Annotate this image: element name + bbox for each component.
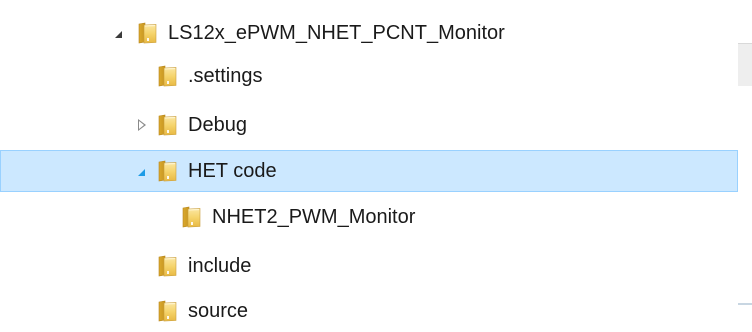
tree-item-het-code[interactable]: HET code (0, 150, 738, 192)
folder-icon (158, 114, 178, 136)
folder-tree: LS12x_ePWM_NHET_PCNT_Monitor .settings D… (0, 0, 752, 328)
tree-item-label: HET code (188, 160, 277, 182)
tree-item-label: LS12x_ePWM_NHET_PCNT_Monitor (168, 22, 505, 44)
folder-icon (182, 206, 202, 228)
expanded-arrow-icon[interactable] (138, 169, 145, 176)
tree-item-label: Debug (188, 114, 247, 136)
folder-icon (138, 22, 158, 44)
tree-item-label: NHET2_PWM_Monitor (212, 206, 416, 228)
adjacent-pane-edge (738, 0, 752, 328)
collapsed-arrow-icon[interactable] (138, 119, 146, 131)
folder-icon (158, 65, 178, 87)
tree-item-ls12x-root[interactable]: LS12x_ePWM_NHET_PCNT_Monitor (0, 12, 738, 54)
folder-icon (158, 300, 178, 322)
adjacent-pane-header (738, 43, 752, 86)
tree-item-debug[interactable]: Debug (0, 104, 738, 146)
tree-item-settings[interactable]: .settings (0, 55, 738, 97)
tree-item-label: .settings (188, 65, 263, 87)
tree-item-source[interactable]: source (0, 290, 738, 332)
expanded-arrow-icon[interactable] (115, 31, 122, 38)
adjacent-pane-divider (738, 303, 752, 305)
tree-item-include[interactable]: include (0, 245, 738, 287)
folder-icon (158, 160, 178, 182)
folder-icon (158, 255, 178, 277)
tree-item-label: source (188, 300, 249, 322)
tree-item-label: include (188, 255, 252, 277)
tree-item-nhet2-pwm-monitor[interactable]: NHET2_PWM_Monitor (0, 196, 738, 238)
